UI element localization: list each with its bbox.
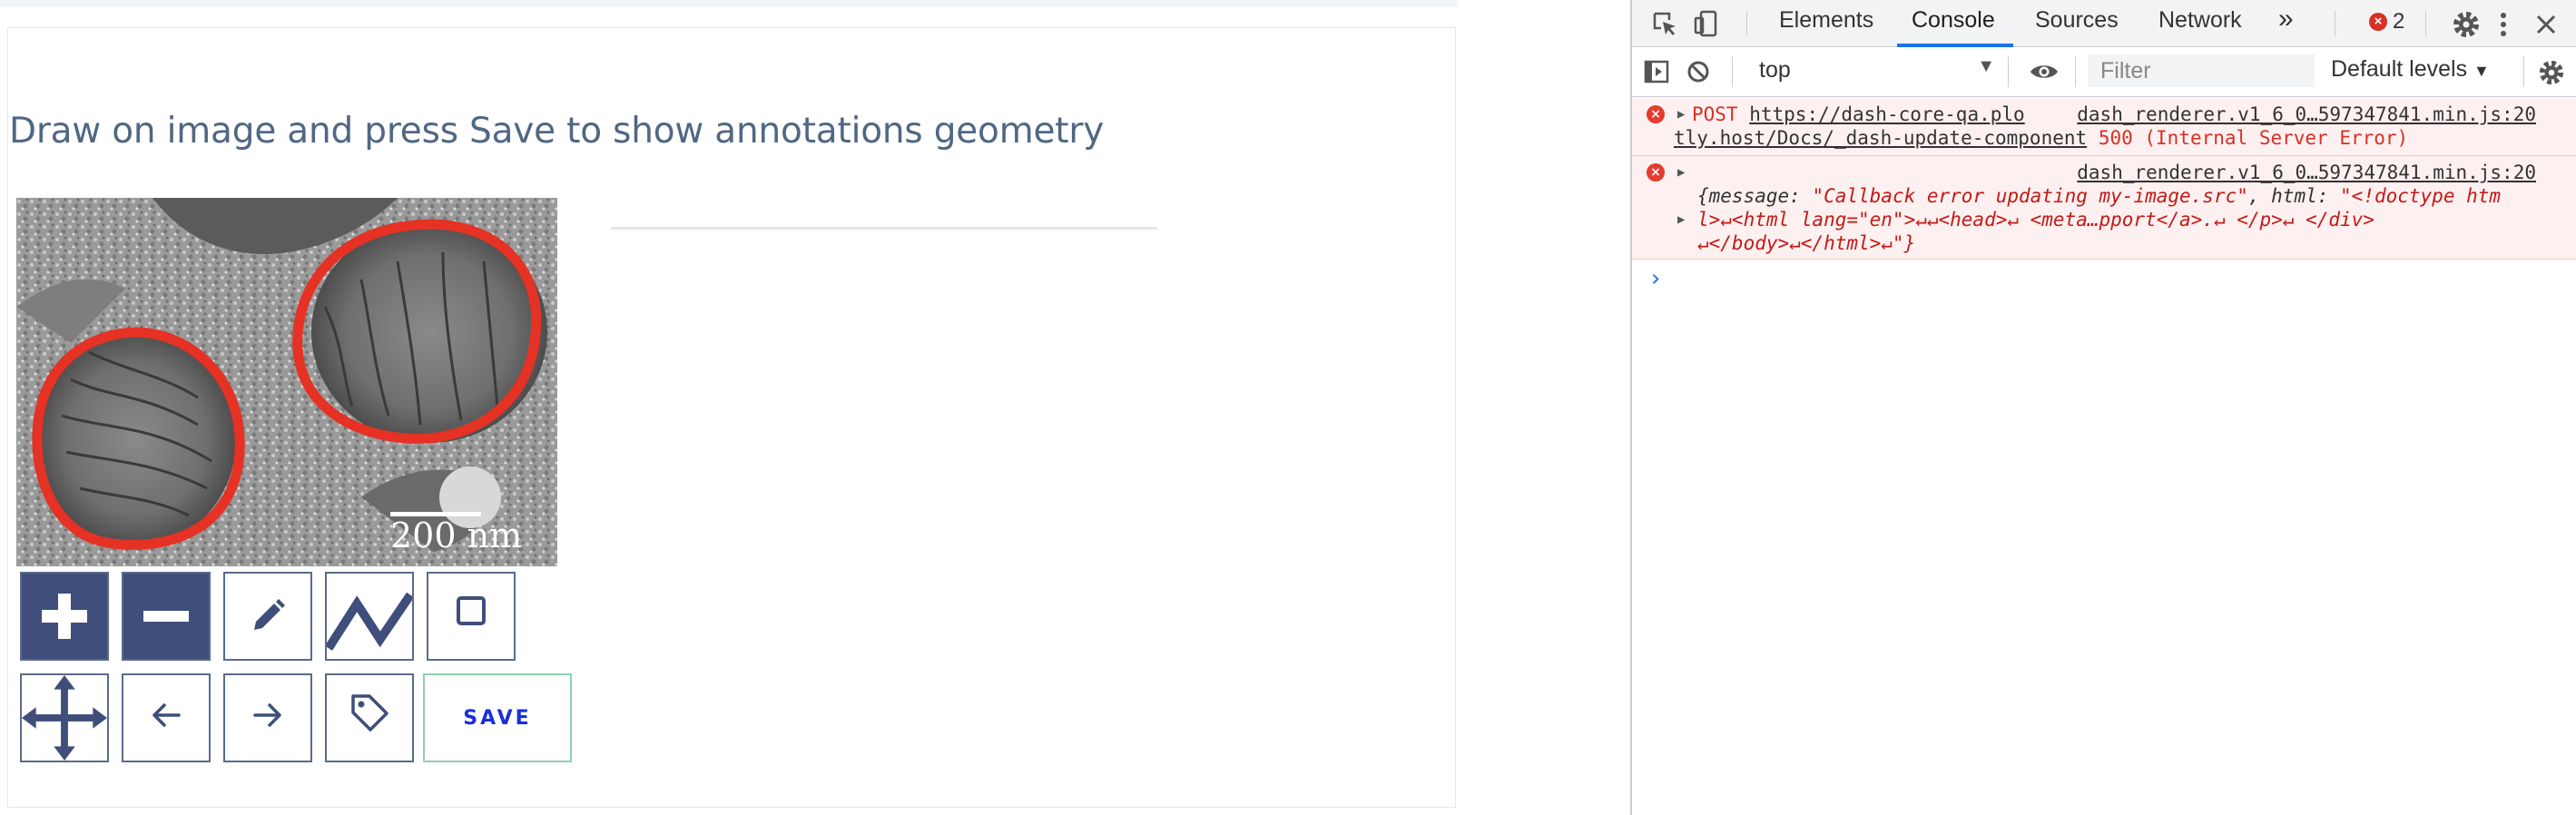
page-top-strip xyxy=(0,0,1458,7)
eye-icon[interactable] xyxy=(2028,58,2060,85)
plus-icon xyxy=(42,594,87,639)
more-tabs-chevron-icon[interactable]: » xyxy=(2278,4,2294,34)
redo-button[interactable] xyxy=(223,673,312,762)
tab-sources[interactable]: Sources xyxy=(2035,7,2119,34)
chevron-down-icon: ▼ xyxy=(1977,56,1995,76)
zigzag-line-icon xyxy=(327,592,412,651)
tab-elements[interactable]: Elements xyxy=(1779,7,1873,34)
app-page: Draw on image and press Save to show ann… xyxy=(0,0,1630,815)
error-count: 2 xyxy=(2393,9,2405,34)
console-settings-gear-icon[interactable] xyxy=(2536,58,2567,87)
undo-button[interactable] xyxy=(122,673,211,762)
device-toolbar-icon[interactable] xyxy=(1692,9,1721,38)
html-string-line-3: ↵</body>↵</html>↵"} xyxy=(1697,232,1916,254)
object-key: {message: xyxy=(1697,185,1813,207)
context-value: top xyxy=(1759,57,1791,83)
square-icon xyxy=(457,596,486,625)
status-text: 500 (Internal Server Error) xyxy=(2098,127,2409,149)
kebab-menu-icon[interactable] xyxy=(2494,9,2512,40)
draw-rectangle-button[interactable] xyxy=(427,572,516,661)
sidebar-toggle-icon[interactable] xyxy=(1643,58,1670,85)
save-button[interactable]: SAVE xyxy=(423,673,572,762)
draw-line-button[interactable] xyxy=(325,572,414,661)
error-count-badge[interactable]: × 2 xyxy=(2369,9,2404,34)
source-link[interactable]: dash_renderer.v1_6_0…597347841.min.js:20 xyxy=(2077,103,2536,125)
console-toolbar: top ▼ Default levels ▼ xyxy=(1632,47,2576,97)
tab-console[interactable]: Console xyxy=(1912,7,1995,34)
settings-gear-icon[interactable] xyxy=(2451,9,2482,40)
pan-button[interactable] xyxy=(20,673,109,762)
filter-input[interactable] xyxy=(2088,54,2315,87)
devtools-panel: Elements Console Sources Network » × 2 t… xyxy=(1630,0,2576,815)
scale-bar-label: 200 nm xyxy=(390,516,523,555)
arrow-right-icon xyxy=(253,703,281,727)
log-levels-value: Default levels xyxy=(2331,56,2468,82)
zoom-out-button[interactable] xyxy=(122,572,211,661)
console-error-message[interactable]: × ▶ dash_renderer.v1_6_0…597347841.min.j… xyxy=(1632,156,2576,260)
error-icon: × xyxy=(1647,163,1665,182)
inspect-element-icon[interactable] xyxy=(1650,9,1679,38)
tab-network[interactable]: Network xyxy=(2158,7,2242,34)
close-icon[interactable] xyxy=(2532,9,2560,40)
zoom-in-button[interactable] xyxy=(20,572,109,661)
page-heading: Draw on image and press Save to show ann… xyxy=(9,111,1105,152)
error-icon: × xyxy=(2369,13,2387,31)
geometry-output-area xyxy=(611,227,1157,230)
chevron-down-icon: ▼ xyxy=(2473,62,2490,80)
minus-icon xyxy=(143,611,189,622)
source-link[interactable]: dash_renderer.v1_6_0…597347841.min.js:20 xyxy=(2077,162,2536,183)
devtools-tab-bar: Elements Console Sources Network » × 2 xyxy=(1632,0,2576,47)
error-icon: × xyxy=(1647,105,1665,123)
move-arrows-icon xyxy=(22,675,107,761)
expand-triangle-icon[interactable]: ▶ xyxy=(1677,107,1685,122)
clear-console-icon[interactable] xyxy=(1685,58,1712,85)
console-error-message[interactable]: × ▶ POST https://dash-core-qa.plo dash_r… xyxy=(1632,98,2576,156)
request-url-link-continued[interactable]: tly.host/Docs/_dash-update-component xyxy=(1674,127,2087,149)
expand-triangle-icon[interactable]: ▶ xyxy=(1677,165,1685,180)
pencil-icon xyxy=(254,599,285,630)
message-string: "Callback error updating my-image.src" xyxy=(1812,185,2248,207)
console-prompt[interactable]: › xyxy=(1648,265,1663,292)
annotation-canvas[interactable]: 200 nm xyxy=(16,198,557,566)
label-button[interactable] xyxy=(325,673,414,762)
request-url-link[interactable]: https://dash-core-qa.plo xyxy=(1749,103,2024,125)
object-key-html: , html: xyxy=(2247,185,2341,207)
expand-triangle-icon[interactable]: ▶ xyxy=(1677,212,1685,227)
context-select[interactable]: top ▼ xyxy=(1750,54,1995,87)
log-levels-select[interactable]: Default levels ▼ xyxy=(2331,56,2490,83)
tag-icon xyxy=(351,694,388,732)
html-string-line-2: l>↵<html lang="en">↵↵<head>↵ <meta…pport… xyxy=(1697,209,2374,231)
html-string: "<!doctype htm xyxy=(2340,185,2502,207)
request-method: POST xyxy=(1692,103,1738,125)
arrow-left-icon xyxy=(152,703,181,727)
draw-freeform-button[interactable] xyxy=(223,572,312,661)
